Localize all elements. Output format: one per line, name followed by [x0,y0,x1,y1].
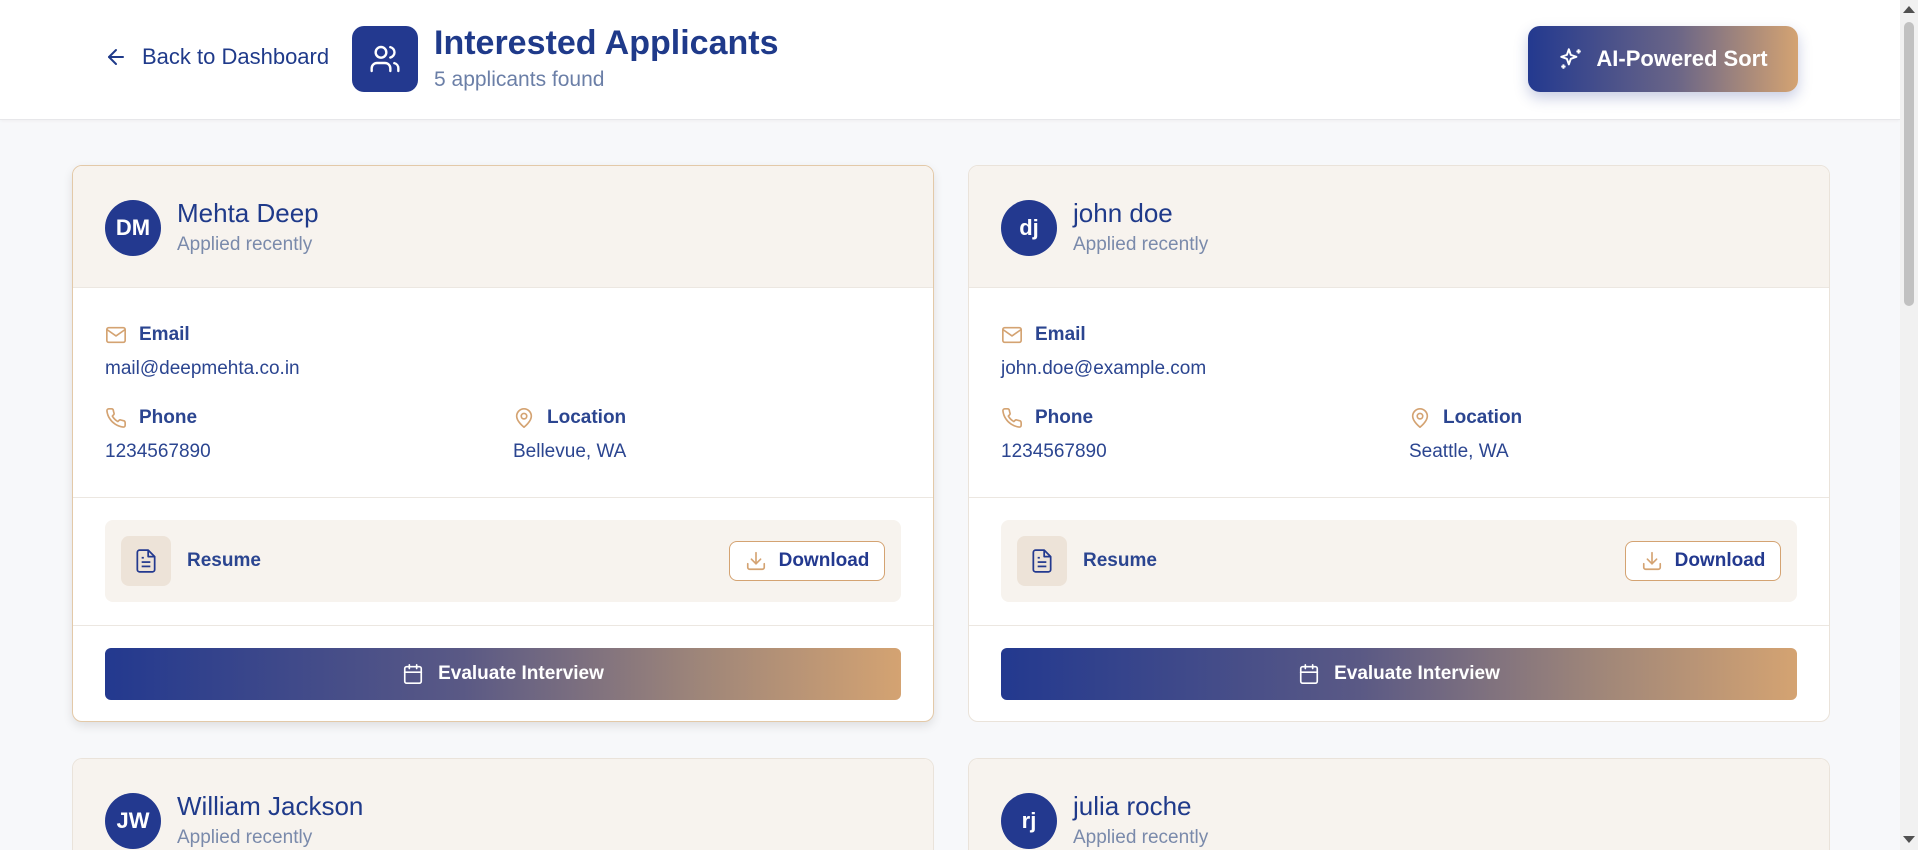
download-label: Download [778,550,870,571]
applied-status: Applied recently [177,234,313,255]
applied-status: Applied recently [177,827,313,848]
phone-value: 1234567890 [105,441,211,462]
applicant-card: DM Mehta Deep Applied recently Email mai… [72,165,934,722]
email-label: Email [139,324,190,345]
card-footer: Evaluate Interview [969,626,1829,721]
evaluate-interview-button[interactable]: Evaluate Interview [1001,648,1797,700]
avatar: rj [1001,793,1057,849]
arrow-left-icon [108,49,124,65]
email-field: Email mail@deepmehta.co.in [105,324,300,380]
avatar: JW [105,793,161,849]
file-text-icon [121,536,171,586]
location-field: Location Seattle, WA [1409,407,1522,463]
applicant-card: JW William Jackson Applied recently [72,758,934,850]
back-to-dashboard-link[interactable]: Back to Dashboard [104,44,329,70]
page-header: Back to Dashboard Interested Applicants … [0,0,1900,120]
applicant-name: john doe [1073,198,1173,228]
card-header: dj john doe Applied recently [969,166,1829,288]
applicant-card: dj john doe Applied recently Email john.… [968,165,1830,722]
download-resume-button[interactable]: Download [729,541,885,581]
avatar: DM [105,200,161,256]
file-text-icon [1017,536,1067,586]
download-icon [746,551,765,571]
applied-status: Applied recently [1073,234,1209,255]
evaluate-label: Evaluate Interview [1334,663,1500,684]
email-field: Email john.doe@example.com [1001,324,1206,380]
applicant-name: julia roche [1073,791,1192,821]
applicant-count: 5 applicants found [434,68,605,91]
phone-value: 1234567890 [1001,441,1107,462]
download-icon [1642,551,1661,571]
applicant-name: William Jackson [177,791,364,821]
back-link-label: Back to Dashboard [142,44,330,69]
contact-details: Email john.doe@example.com Phone 1234567… [969,288,1829,498]
email-value: john.doe@example.com [1001,358,1207,379]
location-label: Location [547,407,627,428]
ai-sort-label: AI-Powered Sort [1596,46,1768,71]
phone-field: Phone 1234567890 [105,407,211,463]
phone-field: Phone 1234567890 [1001,407,1107,463]
users-icon [352,26,418,92]
card-footer: Evaluate Interview [73,626,933,721]
applied-status: Applied recently [1073,827,1209,848]
ai-powered-sort-button[interactable]: AI-Powered Sort [1528,26,1798,92]
contact-details: Email mail@deepmehta.co.in Phone 1234567… [73,288,933,498]
evaluate-interview-button[interactable]: Evaluate Interview [105,648,901,700]
scroll-thumb[interactable] [1904,22,1914,306]
phone-label: Phone [1035,407,1094,428]
location-value: Bellevue, WA [513,441,627,462]
card-header: DM Mehta Deep Applied recently [73,166,933,288]
avatar: dj [1001,200,1057,256]
mail-icon [106,326,126,344]
card-header: JW William Jackson Applied recently [73,759,933,850]
location-field: Location Bellevue, WA [513,407,626,463]
resume-label: Resume [187,550,261,571]
page-title: Interested Applicants [434,24,779,62]
calendar-icon [1300,664,1319,684]
download-label: Download [1674,550,1766,571]
evaluate-label: Evaluate Interview [438,663,604,684]
resume-box: Resume Download [1001,520,1797,602]
sparkles-icon [1560,48,1582,69]
email-value: mail@deepmehta.co.in [105,358,300,379]
mail-icon [1002,326,1022,344]
download-resume-button[interactable]: Download [1625,541,1781,581]
page-scrollbar[interactable] [1900,0,1918,850]
calendar-icon [404,664,423,684]
phone-label: Phone [139,407,198,428]
scroll-down-arrow[interactable] [1903,836,1915,843]
location-value: Seattle, WA [1409,441,1509,462]
phone-icon [1002,408,1022,428]
resume-section: Resume Download [73,498,933,626]
resume-box: Resume Download [105,520,901,602]
map-pin-icon [1411,408,1429,428]
location-label: Location [1443,407,1523,428]
resume-label: Resume [1083,550,1157,571]
card-header: rj julia roche Applied recently [969,759,1829,850]
applicant-card: rj julia roche Applied recently [968,758,1830,850]
phone-icon [106,408,126,428]
applicant-name: Mehta Deep [177,198,319,228]
resume-section: Resume Download [969,498,1829,626]
map-pin-icon [515,408,533,428]
email-label: Email [1035,324,1086,345]
scroll-up-arrow[interactable] [1903,6,1915,13]
